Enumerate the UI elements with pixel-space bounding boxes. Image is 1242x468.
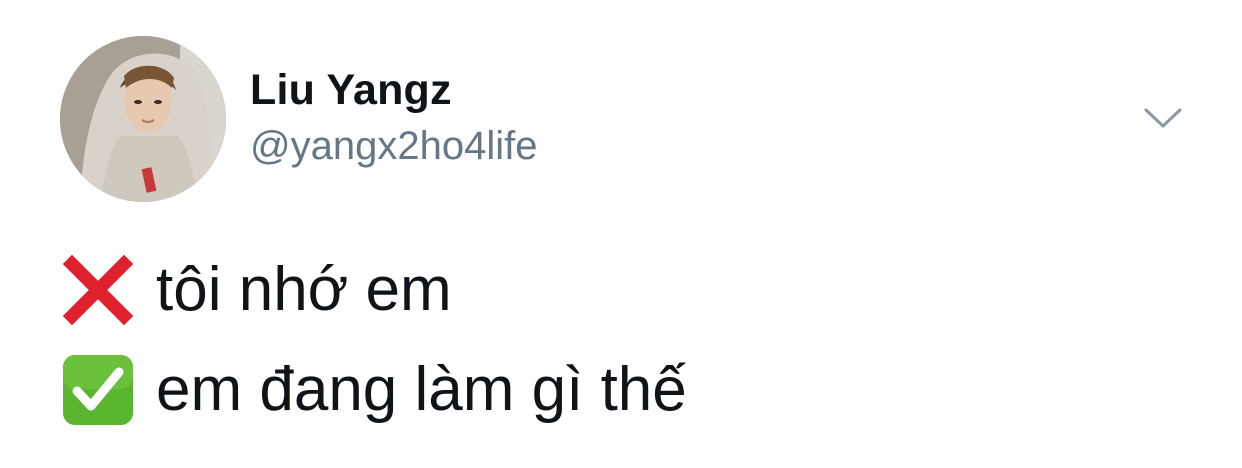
tweet-text-line: em đang làm gì thế [156, 355, 687, 424]
avatar-photo [60, 36, 226, 202]
tweet-text-line: tôi nhớ em [156, 255, 452, 324]
tweet-line-1: tôi nhớ em [60, 250, 452, 330]
check-mark-button-icon [60, 352, 136, 428]
tweet-line-2: em đang làm gì thế [60, 350, 687, 430]
user-handle[interactable]: @yangx2ho4life [250, 124, 537, 169]
profile-avatar[interactable] [60, 36, 226, 202]
cross-mark-icon [60, 252, 136, 328]
tweet-card: Liu Yangz @yangx2ho4life tôi nhớ em em đ… [0, 0, 1242, 468]
display-name[interactable]: Liu Yangz [250, 66, 452, 115]
chevron-down-icon[interactable] [1140, 100, 1186, 134]
